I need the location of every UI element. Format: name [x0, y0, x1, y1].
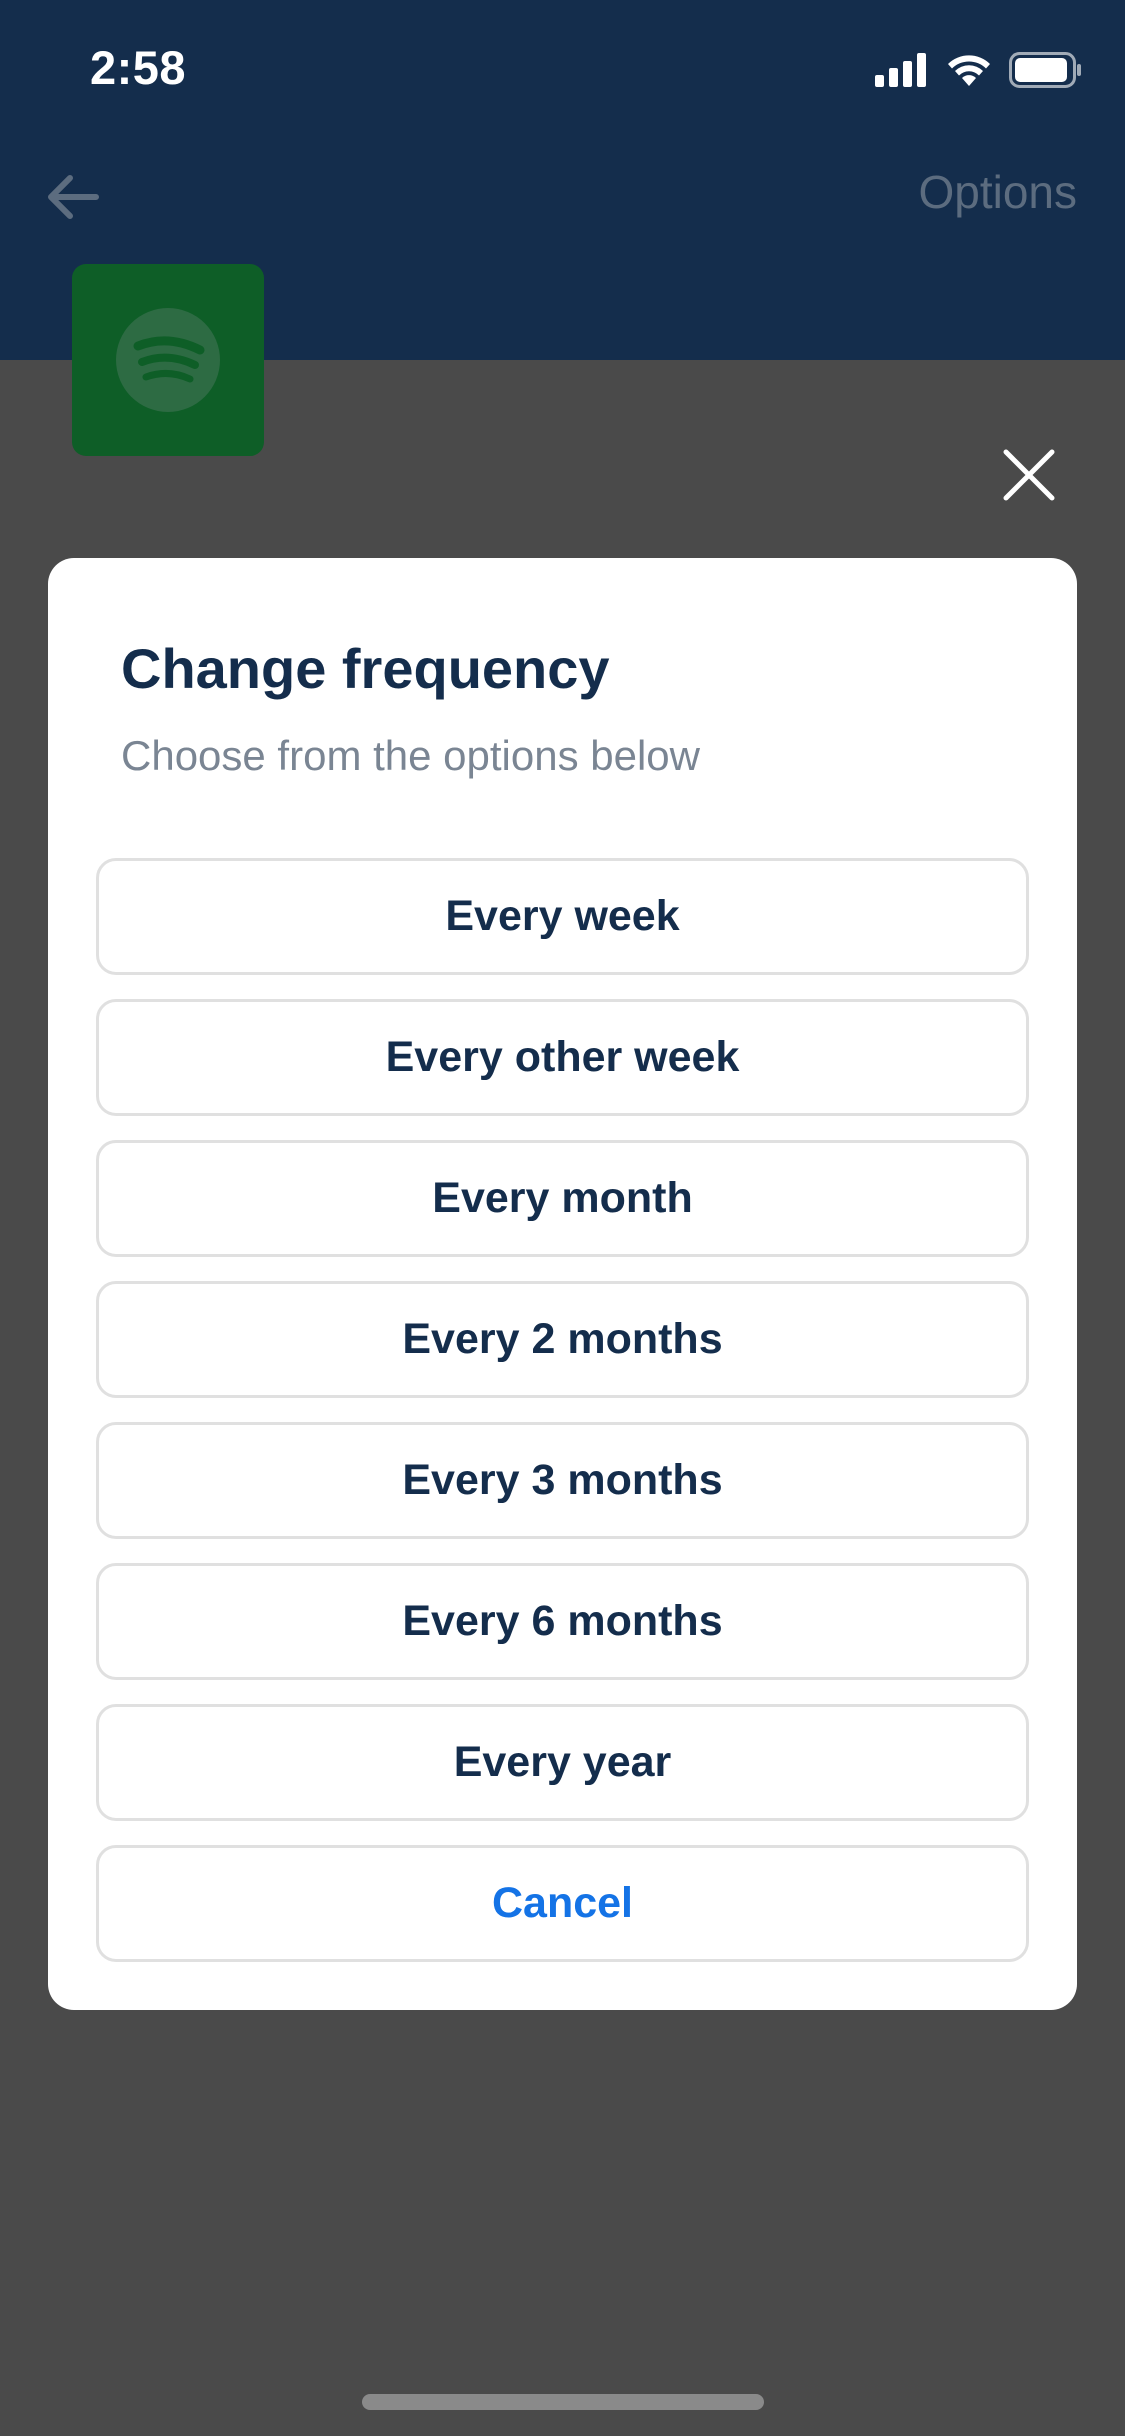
option-every-3-months[interactable]: Every 3 months	[96, 1422, 1029, 1539]
options-link[interactable]: Options	[918, 165, 1077, 219]
status-bar: 2:58	[0, 0, 1125, 132]
option-every-2-months[interactable]: Every 2 months	[96, 1281, 1029, 1398]
option-every-month[interactable]: Every month	[96, 1140, 1029, 1257]
modal-subtitle: Choose from the options below	[121, 732, 700, 779]
modal-title: Change frequency	[121, 637, 610, 700]
cancel-button[interactable]: Cancel	[96, 1845, 1029, 1962]
option-every-6-months[interactable]: Every 6 months	[96, 1563, 1029, 1680]
status-time: 2:58	[90, 41, 187, 94]
frequency-options-list: Every week Every other week Every month …	[96, 858, 1029, 1986]
close-icon[interactable]	[998, 444, 1060, 506]
battery-icon	[1009, 52, 1081, 88]
status-icons	[875, 50, 1083, 90]
home-indicator[interactable]	[362, 2394, 764, 2410]
cellular-signal-icon	[875, 53, 926, 87]
option-every-year[interactable]: Every year	[96, 1704, 1029, 1821]
option-every-other-week[interactable]: Every other week	[96, 999, 1029, 1116]
wifi-icon	[948, 55, 990, 86]
back-arrow-icon[interactable]	[42, 166, 104, 228]
spotify-logo-icon	[72, 264, 264, 456]
frequency-modal: Change frequency Choose from the options…	[48, 558, 1077, 2010]
option-every-week[interactable]: Every week	[96, 858, 1029, 975]
